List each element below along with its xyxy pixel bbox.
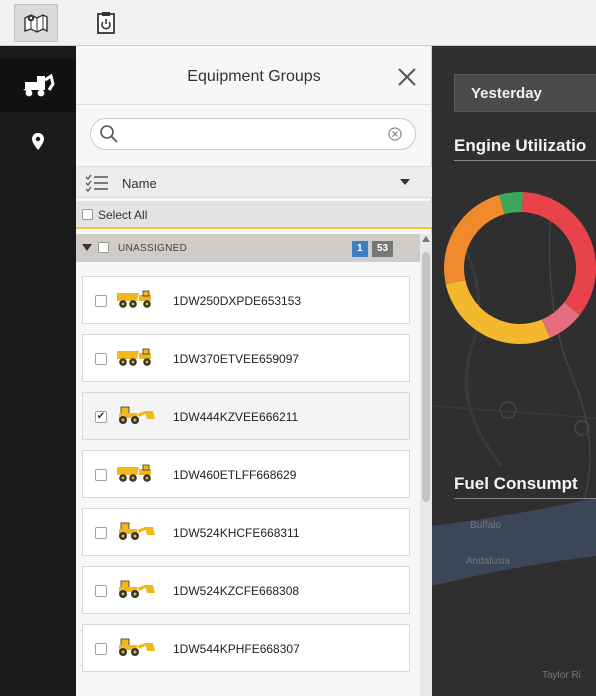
list-item[interactable]: 1DW524KHCFE668311 [82, 508, 410, 556]
equipment-serial: 1DW250DXPDE653153 [173, 294, 302, 308]
item-checkbox[interactable]: ✔ [95, 411, 107, 423]
list-item[interactable]: 1DW460ETLFF668629 [82, 450, 410, 498]
map-label: Buffalo [470, 520, 501, 531]
donut-segment [539, 196, 596, 315]
fuel-consumption-title: Fuel Consumpt [454, 474, 578, 493]
location-pin-icon [32, 133, 44, 150]
sort-list-icon [85, 174, 108, 192]
engine-utilization-title: Engine Utilizatio [454, 136, 587, 155]
item-checkbox[interactable] [95, 295, 107, 307]
divider [76, 104, 432, 105]
sort-label: Name [122, 176, 157, 191]
group-checkbox[interactable] [98, 242, 109, 253]
search-icon [100, 125, 118, 143]
dump-truck-icon [117, 290, 151, 308]
map-label: Andalusia [466, 556, 510, 567]
scrollbar-thumb[interactable] [422, 252, 430, 502]
scroll-up-icon[interactable] [422, 236, 430, 242]
divider [454, 160, 596, 161]
equipment-icon [23, 73, 55, 97]
wheel-loader-icon [115, 405, 157, 430]
equipment-serial: 1DW524KHCFE668311 [173, 526, 300, 540]
item-checkbox[interactable] [95, 527, 107, 539]
equipment-groups-panel: Equipment Groups Name Select All UNASSIG… [76, 46, 432, 696]
equipment-serial: 1DW524KZCFE668308 [173, 584, 300, 598]
item-checkbox[interactable] [95, 643, 107, 655]
group-label: UNASSIGNED [118, 243, 188, 254]
nav-location[interactable] [0, 120, 76, 164]
donut-segment [445, 279, 550, 345]
search-box [90, 118, 416, 150]
select-all-row[interactable]: Select All [76, 201, 432, 229]
select-all-checkbox[interactable] [82, 209, 93, 220]
equipment-list: 1DW250DXPDE653153 1DW370ETVEE659097 ✔ 1DW44… [76, 268, 420, 696]
total-count-badge: 53 [372, 241, 394, 257]
wheel-loader-icon [119, 522, 155, 540]
dump-truck-icon [115, 347, 157, 372]
group-header-unassigned[interactable]: UNASSIGNED 1 53 [76, 234, 420, 262]
sort-dropdown[interactable]: Name [76, 166, 432, 198]
wheel-loader-icon [119, 406, 155, 424]
dump-truck-icon [115, 463, 157, 488]
panel-title: Equipment Groups [187, 68, 321, 85]
map-icon [24, 14, 48, 33]
map-dashboard: Yesterday Engine Utilizatio Fuel Consump… [432, 46, 596, 696]
list-item[interactable]: 1DW250DXPDE653153 [82, 276, 410, 324]
divider [454, 498, 596, 499]
wheel-loader-icon [115, 637, 157, 662]
date-range-select[interactable]: Yesterday [454, 74, 596, 112]
item-checkbox[interactable] [95, 469, 107, 481]
clear-search-icon[interactable] [387, 126, 403, 142]
wheel-loader-icon [115, 579, 157, 604]
close-button[interactable] [390, 60, 424, 94]
equipment-serial: 1DW370ETVEE659097 [173, 352, 300, 366]
dump-truck-icon [117, 348, 151, 366]
map-label: Taylor Ri [542, 670, 581, 681]
close-icon [398, 68, 416, 86]
list-item[interactable]: 1DW370ETVEE659097 [82, 334, 410, 382]
dump-truck-icon [117, 464, 151, 482]
selected-count-badge: 1 [352, 241, 368, 257]
list-item[interactable]: 1DW524KZCFE668308 [82, 566, 410, 614]
date-range-label: Yesterday [471, 85, 542, 102]
top-toolbar [0, 0, 596, 46]
wheel-loader-icon [119, 580, 155, 598]
wheel-loader-icon [119, 638, 155, 656]
equipment-serial: 1DW460ETLFF668629 [173, 468, 297, 482]
select-all-label: Select All [98, 208, 148, 222]
search-input[interactable] [125, 123, 375, 145]
equipment-serial: 1DW444KZVEE666211 [173, 410, 299, 424]
map-view-button[interactable] [14, 4, 58, 42]
caret-down-icon[interactable] [82, 244, 92, 251]
dump-truck-icon [115, 289, 157, 314]
engine-utilization-donut [444, 192, 596, 345]
item-checkbox[interactable] [95, 585, 107, 597]
equipment-serial: 1DW544KPHFE668307 [173, 642, 300, 656]
list-item[interactable]: 1DW544KPHFE668307 [82, 624, 410, 672]
left-nav [0, 46, 76, 696]
item-checkbox[interactable] [95, 353, 107, 365]
scrollbar[interactable] [420, 234, 432, 696]
nav-equipment[interactable] [0, 58, 76, 112]
report-button[interactable] [84, 4, 128, 42]
chevron-down-icon [400, 179, 410, 185]
report-icon [97, 12, 115, 34]
wheel-loader-icon [115, 521, 157, 546]
list-item[interactable]: ✔ 1DW444KZVEE666211 [82, 392, 410, 440]
